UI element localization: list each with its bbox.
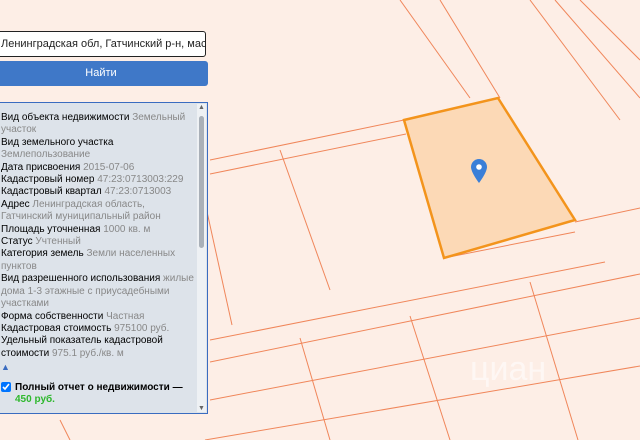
map-pin-icon[interactable] <box>471 159 487 183</box>
full-report-block: Полный отчет о недвижимости — 450 руб. К… <box>1 381 195 413</box>
scroll-up-icon[interactable]: ▲ <box>198 104 205 111</box>
info-row: Площадь уточненная 1000 кв. м <box>1 224 195 236</box>
info-row: Статус Учтенный <box>1 236 195 248</box>
info-row-key: Кадастровая стоимость <box>1 322 112 334</box>
info-row-key: Дата присвоения <box>1 161 81 173</box>
full-report-title: Полный отчет о недвижимости — <box>15 381 183 393</box>
info-row: Кадастровый номер 47:23:0713003:229 <box>1 174 195 186</box>
info-rows: Вид объекта недвижимости Земельный участ… <box>1 112 195 360</box>
full-report-heading: Полный отчет о недвижимости — 450 руб. <box>1 381 195 406</box>
info-row: Вид земельного участка Землепользование <box>1 137 195 162</box>
info-row-value: 975100 руб. <box>114 322 170 334</box>
info-row: Адрес Ленинградская область, Гатчинский … <box>1 199 195 224</box>
info-row-value: Землепользование <box>1 149 91 161</box>
info-row: Вид разрешенного использования жилые дом… <box>1 273 195 310</box>
info-row-key: Категория земель <box>1 248 84 260</box>
info-row-value: 47:23:0713003 <box>104 186 172 198</box>
property-info-content: Вид объекта недвижимости Земельный участ… <box>1 112 195 413</box>
info-row-value: Частная <box>106 310 145 322</box>
info-row-key: Вид земельного участка <box>1 136 114 148</box>
property-info-panel[interactable]: Вид объекта недвижимости Земельный участ… <box>0 102 208 414</box>
info-row-key: Кадастровый номер <box>1 174 95 186</box>
full-report-checkbox[interactable] <box>1 381 11 392</box>
scroll-thumb[interactable] <box>199 116 204 248</box>
address-search-input[interactable]: Ленинградская обл, Гатчинский р-н, масси… <box>0 31 206 57</box>
report-item: Кадастровая стоимость, <box>13 412 195 413</box>
info-row: Дата присвоения 2015-07-06 <box>1 162 195 174</box>
panel-scrollbar[interactable]: ▲ ▼ <box>197 104 206 412</box>
report-items-list: Кадастровая стоимость,наличие/отсутствие… <box>1 412 195 413</box>
info-row: Кадастровая стоимость 975100 руб. <box>1 323 195 335</box>
info-row-value: 47:23:0713003:229 <box>97 174 184 186</box>
info-row-key: Адрес <box>1 198 30 210</box>
watermark-text: циан <box>470 350 546 388</box>
info-row-value: 975.1 руб./кв. м <box>52 347 124 359</box>
info-row: Кадастровый квартал 47:23:0713003 <box>1 186 195 198</box>
info-row-key: Кадастровый квартал <box>1 186 102 198</box>
info-row-key: Площадь уточненная <box>1 223 101 235</box>
info-row: Удельный показатель кадастровой стоимост… <box>1 335 195 360</box>
full-report-price: 450 руб. <box>15 393 55 405</box>
info-row-key: Статус <box>1 236 33 248</box>
scroll-down-icon[interactable]: ▼ <box>198 405 205 412</box>
info-row-key: Форма собственности <box>1 310 104 322</box>
info-row-key: Вид объекта недвижимости <box>1 112 130 123</box>
info-row-value: Учтенный <box>35 236 81 248</box>
collapse-toggle[interactable]: ▲ <box>1 361 195 373</box>
info-row: Категория земель Земли населенных пункто… <box>1 248 195 273</box>
info-row-value: 1000 кв. м <box>103 223 151 235</box>
info-row: Форма собственности Частная <box>1 311 195 323</box>
info-row-value: 2015-07-06 <box>83 161 135 173</box>
info-row-key: Вид разрешенного использования <box>1 273 161 285</box>
info-row: Вид объекта недвижимости Земельный участ… <box>1 112 195 137</box>
find-button[interactable]: Найти <box>0 61 208 86</box>
